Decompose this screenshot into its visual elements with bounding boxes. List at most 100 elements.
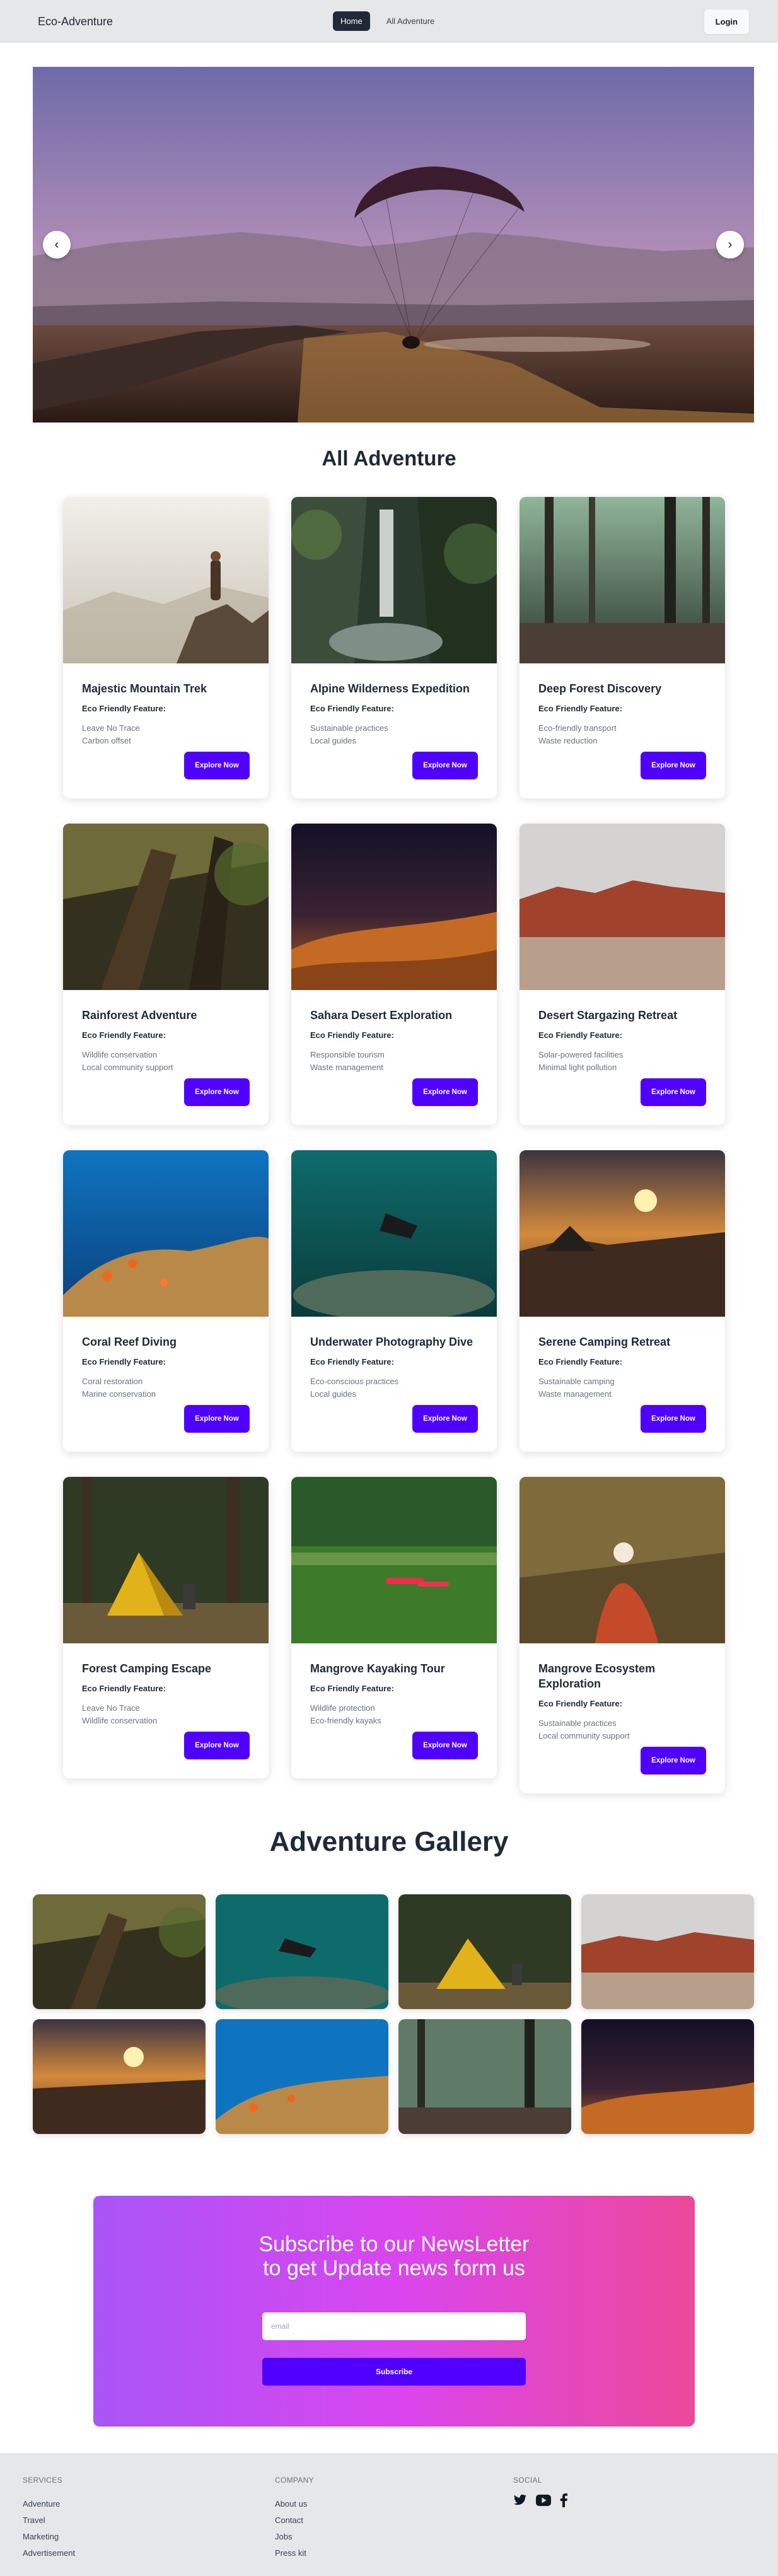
adventure-gallery-title: Adventure Gallery (269, 1826, 509, 1857)
eco-feature-label: Eco Friendly Feature: (310, 1357, 394, 1367)
nav-all-adventure-link[interactable]: All Adventure (379, 11, 443, 31)
adventure-card-title: Rainforest Adventure (82, 1009, 197, 1022)
adventure-card: Serene Camping Retreat Eco Friendly Featu… (520, 1150, 725, 1452)
newsletter-section: Subscribe to our NewsLetter to get Updat… (93, 2196, 695, 2427)
gallery-image-underwater[interactable] (216, 1894, 388, 2009)
eco-feature-item: Local guides (310, 1389, 356, 1399)
newsletter-email-input[interactable] (262, 2312, 526, 2340)
adventure-card-image (63, 824, 269, 990)
adventure-card-title: Deep Forest Discovery (538, 682, 662, 695)
eco-feature-label: Eco Friendly Feature: (82, 1684, 166, 1693)
eco-feature-item: Sustainable practices (310, 723, 388, 733)
facebook-icon[interactable] (560, 2493, 567, 2507)
explore-now-button[interactable]: Explore Now (412, 752, 478, 779)
adventure-card-title: Sahara Desert Exploration (310, 1009, 453, 1022)
adventure-card-title: Underwater Photography Dive (310, 1336, 473, 1348)
gallery-image-red-canyon[interactable] (581, 1894, 754, 2009)
explore-now-button[interactable]: Explore Now (641, 752, 706, 779)
adventure-card-title: Alpine Wilderness Expedition (310, 682, 470, 695)
hero-image (33, 67, 754, 423)
eco-feature-item: Leave No Trace (82, 1703, 140, 1713)
eco-feature-item: Eco-friendly transport (538, 723, 617, 733)
gallery-image-coral-reef[interactable] (216, 2019, 388, 2134)
explore-now-button[interactable]: Explore Now (412, 1732, 478, 1759)
newsletter-title: Subscribe to our NewsLetter to get Updat… (93, 2232, 695, 2280)
explore-now-button[interactable]: Explore Now (641, 1078, 706, 1106)
footer-social-heading: SOCIAL (513, 2476, 542, 2485)
footer-link-marketing[interactable]: Marketing (23, 2529, 75, 2545)
explore-now-button[interactable]: Explore Now (641, 1405, 706, 1433)
explore-now-button[interactable]: Explore Now (184, 752, 250, 779)
eco-feature-item: Coral restoration (82, 1377, 143, 1386)
gallery-image-sunset[interactable] (33, 2019, 206, 2134)
social-icons (513, 2493, 567, 2507)
eco-feature-item: Eco-conscious practices (310, 1377, 399, 1386)
adventure-card: Sahara Desert Exploration Eco Friendly Fe… (291, 824, 497, 1125)
eco-feature-label: Eco Friendly Feature: (310, 1684, 394, 1693)
adventure-card-title: Serene Camping Retreat (538, 1336, 671, 1348)
carousel-prev-button[interactable]: ‹ (43, 231, 71, 259)
explore-now-button[interactable]: Explore Now (412, 1078, 478, 1106)
all-adventure-title: All Adventure (322, 446, 456, 470)
eco-feature-item: Wildlife protection (310, 1703, 375, 1713)
gallery-image-rainforest[interactable] (33, 1894, 206, 2009)
twitter-icon[interactable] (513, 2494, 527, 2507)
footer-link-press-kit[interactable]: Press kit (275, 2545, 314, 2561)
gallery-image-tent[interactable] (398, 1894, 571, 2009)
adventure-card: Deep Forest Discovery Eco Friendly Featur… (520, 497, 725, 798)
eco-feature-item: Local community support (538, 1731, 630, 1740)
footer-link-contact[interactable]: Contact (275, 2512, 314, 2529)
explore-now-button[interactable]: Explore Now (184, 1078, 250, 1106)
adventure-card: Mangrove Ecosystem Exploration Eco Friend… (520, 1477, 725, 1793)
explore-now-button[interactable]: Explore Now (184, 1405, 250, 1433)
adventure-card: Desert Stargazing Retreat Eco Friendly Fe… (520, 824, 725, 1125)
eco-feature-item: Wildlife conservation (82, 1716, 158, 1725)
footer: SERVICES Adventure Travel Marketing Adve… (0, 2453, 778, 2576)
adventure-card-image (520, 497, 725, 663)
gallery-image-desert-night[interactable] (581, 2019, 754, 2134)
login-button[interactable]: Login (704, 9, 749, 34)
newsletter-title-line1: Subscribe to our NewsLetter (258, 2232, 530, 2256)
eco-feature-item: Wildlife conservation (82, 1050, 158, 1059)
footer-social: SOCIAL (513, 2476, 567, 2507)
footer-services: SERVICES Adventure Travel Marketing Adve… (23, 2476, 75, 2561)
eco-feature-label: Eco Friendly Feature: (538, 704, 622, 713)
adventure-card-title: Mangrove Kayaking Tour (310, 1662, 445, 1675)
eco-feature-label: Eco Friendly Feature: (82, 1357, 166, 1367)
subscribe-button[interactable]: Subscribe (262, 2358, 526, 2386)
eco-feature-label: Eco Friendly Feature: (82, 704, 166, 713)
adventure-card-title: Desert Stargazing Retreat (538, 1009, 678, 1022)
footer-company: COMPANY About us Contact Jobs Press kit (275, 2476, 314, 2561)
eco-feature-item: Minimal light pollution (538, 1063, 617, 1072)
footer-link-jobs[interactable]: Jobs (275, 2529, 314, 2545)
eco-feature-label: Eco Friendly Feature: (82, 1030, 166, 1040)
adventure-card-title: Forest Camping Escape (82, 1662, 212, 1675)
footer-link-about-us[interactable]: About us (275, 2496, 314, 2512)
adventure-card-image (63, 497, 269, 663)
brand-logo[interactable]: Eco-Adventure (38, 15, 113, 28)
eco-feature-item: Solar-powered facilities (538, 1050, 624, 1059)
footer-company-heading: COMPANY (275, 2476, 314, 2485)
gallery-image-forest[interactable] (398, 2019, 571, 2134)
youtube-icon[interactable] (536, 2495, 551, 2506)
footer-link-advertisement[interactable]: Advertisement (23, 2545, 75, 2561)
explore-now-button[interactable]: Explore Now (412, 1405, 478, 1433)
carousel-next-button[interactable]: › (716, 231, 744, 259)
eco-feature-item: Local community support (82, 1063, 173, 1072)
adventure-card: Rainforest Adventure Eco Friendly Feature… (63, 824, 269, 1125)
eco-feature-label: Eco Friendly Feature: (310, 704, 394, 713)
explore-now-button[interactable]: Explore Now (184, 1732, 250, 1759)
adventure-card: Forest Camping Escape Eco Friendly Featur… (63, 1477, 269, 1778)
adventure-card-image (291, 1477, 497, 1643)
adventure-card-image (63, 1477, 269, 1643)
adventure-card: Underwater Photography Dive Eco Friendly … (291, 1150, 497, 1452)
eco-feature-item: Leave No Trace (82, 723, 140, 733)
nav-home-link[interactable]: Home (333, 11, 370, 31)
adventure-card-image (520, 824, 725, 990)
eco-feature-item: Waste management (538, 1389, 612, 1399)
footer-link-adventure[interactable]: Adventure (23, 2496, 75, 2512)
explore-now-button[interactable]: Explore Now (641, 1747, 706, 1775)
eco-feature-label: Eco Friendly Feature: (538, 1030, 622, 1040)
adventure-card: Majestic Mountain Trek Eco Friendly Featu… (63, 497, 269, 798)
footer-link-travel[interactable]: Travel (23, 2512, 75, 2529)
